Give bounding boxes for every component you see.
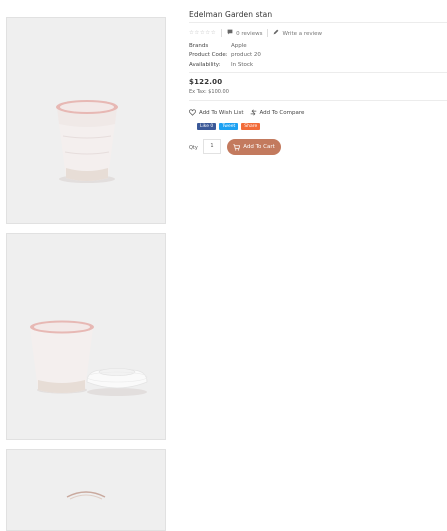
product-title: Edelman Garden stan (189, 10, 273, 19)
divider (189, 100, 447, 101)
spec-value[interactable]: Apple (231, 43, 247, 49)
wishlist-label: Add To Wish List (199, 109, 244, 116)
add-to-wishlist-button[interactable]: Add To Wish List (189, 109, 244, 116)
cart-icon (233, 143, 241, 151)
spec-key: Availability: (189, 61, 221, 68)
qty-input[interactable]: 1 (203, 139, 221, 154)
product-price: $122.00 (189, 78, 223, 86)
rating-row: ☆☆☆☆☆ 0 reviews Write a review (189, 28, 322, 37)
add-to-cart-button[interactable]: Add To Cart (227, 139, 281, 155)
divider (189, 72, 447, 73)
reviews-link[interactable]: 0 reviews (227, 29, 262, 37)
product-image-2[interactable] (6, 233, 166, 440)
cup-image (7, 18, 165, 223)
reviews-label: 0 reviews (236, 30, 263, 37)
facebook-like-button[interactable]: Like 0 (197, 123, 217, 130)
speech-bubble-icon (227, 29, 233, 34)
tweet-button[interactable]: Tweet (219, 123, 239, 130)
divider (189, 22, 447, 23)
heart-icon (189, 109, 196, 116)
spec-key: Product Code: (189, 52, 228, 59)
write-review-label: Write a review (282, 30, 323, 37)
spec-row-availability: Availability: In Stock (189, 60, 261, 70)
cup-top-image (7, 450, 165, 530)
compare-label: Add To Compare (259, 109, 305, 116)
add-to-cart-label: Add To Cart (243, 144, 275, 150)
spec-row-brand: Brands Apple (189, 41, 261, 51)
rating-stars[interactable]: ☆☆☆☆☆ (189, 30, 216, 36)
compare-arrows-icon (250, 109, 256, 116)
write-review-link[interactable]: Write a review (273, 29, 322, 37)
add-to-compare-button[interactable]: Add To Compare (250, 109, 305, 116)
divider (221, 28, 223, 37)
pencil-icon (274, 29, 279, 34)
share-button[interactable]: Share (241, 123, 261, 130)
ex-tax-price: Ex Tax: $100.00 (189, 89, 229, 95)
product-image-main[interactable] (6, 17, 166, 224)
cup-with-lid-image (7, 234, 165, 439)
spec-value: product 20 (231, 52, 261, 59)
spec-value: In Stock (231, 61, 254, 68)
product-specs: Brands Apple Product Code: product 20 Av… (189, 41, 261, 70)
social-buttons: Like 0 Tweet Share (197, 123, 263, 130)
divider (267, 28, 269, 37)
product-actions: Add To Wish List Add To Compare (189, 109, 310, 116)
spec-key: Brands (189, 42, 209, 49)
spec-row-code: Product Code: product 20 (189, 51, 261, 61)
product-image-3[interactable] (6, 449, 166, 531)
qty-label: Qty (189, 145, 198, 151)
